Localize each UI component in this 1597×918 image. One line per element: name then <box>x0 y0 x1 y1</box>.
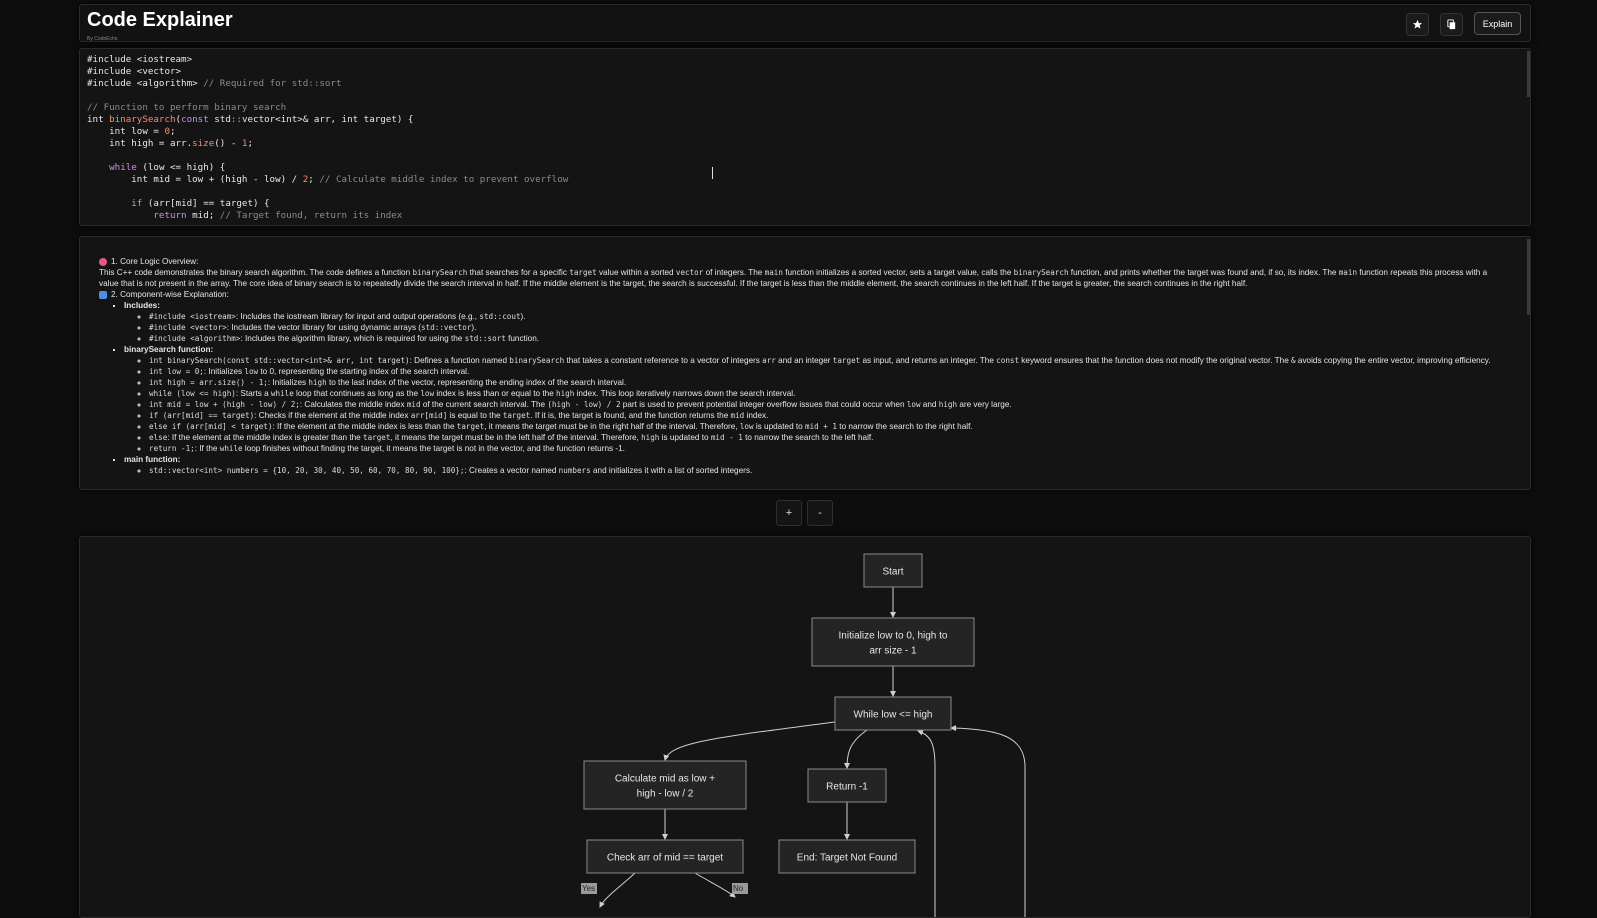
flow-node-init: Initialize low to 0, high to arr size - 1 <box>811 617 975 667</box>
edge-while-return <box>844 729 868 769</box>
code-line: int mid = low + (high - low) / 2; // Cal… <box>87 174 569 185</box>
copy-icon <box>1447 19 1456 30</box>
edge-label-no: No <box>733 884 744 893</box>
edge-label-yes: Yes <box>582 884 595 893</box>
component-group: binarySearch function:int binarySearch(c… <box>124 344 1504 454</box>
code-line: return mid; // Target found, return its … <box>153 210 403 221</box>
app-title: Code Explainer <box>87 9 233 31</box>
edge-check-no <box>694 872 736 898</box>
component-group-title: binarySearch function: <box>124 345 214 354</box>
flow-node-label: Check arr of mid == target <box>607 853 723 864</box>
star-icon <box>1412 19 1423 29</box>
flow-node-label: Start <box>882 567 903 578</box>
code-text[interactable]: #include <iostream> #include <vector> #inc… <box>87 54 568 222</box>
component-item: #include <vector>: Includes the vector l… <box>149 322 1504 333</box>
section-core-logic-heading: 1. Core Logic Overview: <box>99 256 1504 267</box>
header-bar: Code Explainer By CodeEcho Explain <box>79 4 1531 42</box>
code-line: #include <vector> <box>87 66 182 77</box>
copy-button[interactable] <box>1440 13 1463 36</box>
flow-node-label: arr size - 1 <box>869 646 917 657</box>
section1-title: 1. Core Logic Overview: <box>111 257 199 266</box>
section-components-heading: 2. Component-wise Explanation: <box>99 289 1504 300</box>
component-item: int high = arr.size() - 1;: Initializes … <box>149 377 1504 388</box>
component-item: std::vector<int> numbers = {10, 20, 30, … <box>149 465 1504 476</box>
component-item: while (low <= high): Starts a while loop… <box>149 388 1504 399</box>
code-editor[interactable]: #include <iostream> #include <vector> #inc… <box>79 48 1531 226</box>
component-group: Includes:#include <iostream>: Includes t… <box>124 300 1504 344</box>
component-item: int low = 0;: Initializes low to 0, repr… <box>149 366 1504 377</box>
flowchart-panel: Yes No Start Initialize low to 0, high to a… <box>79 536 1531 918</box>
section1-body: This C++ code demonstrates the binary se… <box>99 268 1488 288</box>
code-line: // Function to perform binary search <box>87 102 287 113</box>
flow-node-end: End: Target Not Found <box>778 839 916 874</box>
flow-node-ret: Return -1 <box>807 768 887 803</box>
component-icon <box>99 290 107 299</box>
flow-node-label: Return -1 <box>826 782 868 793</box>
brain-icon <box>99 257 107 266</box>
component-group-title: Includes: <box>124 301 160 310</box>
section2-title: 2. Component-wise Explanation: <box>111 290 229 299</box>
code-line: #include <algorithm> // Required for std… <box>87 78 342 89</box>
component-item: #include <iostream>: Includes the iostre… <box>149 311 1504 322</box>
zoom-out-button[interactable]: - <box>807 500 833 526</box>
component-item: int binarySearch(const std::vector<int>&… <box>149 355 1504 366</box>
flow-node-box <box>811 617 975 667</box>
component-item: else: If the element at the middle index… <box>149 432 1504 443</box>
component-item: else if (arr[mid] < target): If the elem… <box>149 421 1504 432</box>
flow-node-calc: Calculate mid as low + high - low / 2 <box>583 760 747 810</box>
component-group-title: main function: <box>124 455 181 464</box>
flow-node-box <box>583 760 747 810</box>
flow-node-start: Start <box>863 553 923 588</box>
flow-node-label: End: Target Not Found <box>797 853 897 864</box>
code-line: if (arr[mid] == target) { <box>131 198 270 209</box>
explanation-content: 1. Core Logic Overview: This C++ code de… <box>99 256 1504 476</box>
flow-node-label: Initialize low to 0, high to <box>839 631 948 642</box>
explain-button[interactable]: Explain <box>1474 12 1521 35</box>
explanation-panel: 1. Core Logic Overview: This C++ code de… <box>79 236 1531 490</box>
app-byline: By CodeEcho <box>87 36 118 42</box>
code-line: #include <iostream> <box>87 54 193 65</box>
component-group: main function:std::vector<int> numbers =… <box>124 454 1504 476</box>
code-line: while (low <= high) { <box>109 162 226 173</box>
flow-node-while: While low <= high <box>834 696 952 731</box>
component-item: int mid = low + (high - low) / 2;: Calcu… <box>149 399 1504 410</box>
component-list: Includes:#include <iostream>: Includes t… <box>99 300 1504 476</box>
edge-check-yes <box>599 872 636 908</box>
flow-node-label: Calculate mid as low + <box>615 774 715 785</box>
flowchart-diagram: Yes No Start Initialize low to 0, high to a… <box>581 553 1026 917</box>
flow-node-label: high - low / 2 <box>637 789 694 800</box>
component-item: return -1;: If the while loop finishes w… <box>149 443 1504 454</box>
code-line: int binarySearch(const std::vector<int>&… <box>87 114 414 125</box>
component-item: #include <algorithm>: Includes the algor… <box>149 333 1504 344</box>
flow-node-check: Check arr of mid == target <box>586 839 744 874</box>
explanation-scrollbar[interactable] <box>1527 239 1530 315</box>
editor-scrollbar[interactable] <box>1527 51 1530 97</box>
zoom-in-button[interactable]: + <box>776 500 802 526</box>
component-item: if (arr[mid] == target): Checks if the e… <box>149 410 1504 421</box>
flow-node-label: While low <= high <box>854 710 933 721</box>
text-caret <box>712 167 713 179</box>
edge-while-calc <box>663 721 836 761</box>
code-line: int high = arr.size() - 1; <box>87 138 254 149</box>
star-button[interactable] <box>1406 13 1429 36</box>
edge-loop-right <box>950 725 1026 917</box>
edge-loop-left <box>917 729 936 917</box>
flowchart-nodes: Start Initialize low to 0, high to arr siz… <box>583 553 975 874</box>
code-line: int low = 0; <box>87 126 176 137</box>
